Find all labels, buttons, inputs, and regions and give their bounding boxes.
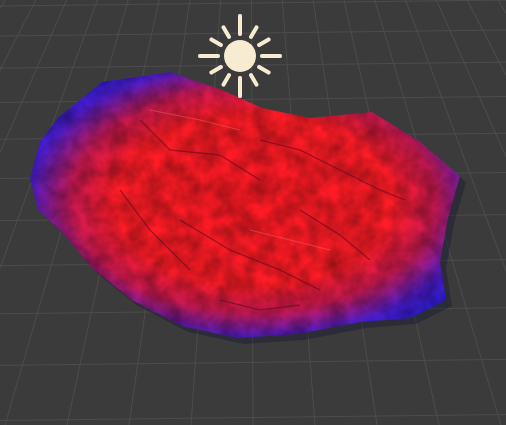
sun-ray [257, 65, 271, 75]
sun-disc [224, 40, 256, 72]
sun-ray [209, 65, 223, 75]
grid-line [0, 95, 506, 103]
rock-mesh[interactable] [30, 72, 466, 344]
sun-ray [257, 37, 271, 47]
sun-ray [221, 73, 231, 87]
scene-viewport[interactable] [0, 0, 506, 425]
sun-ray [209, 37, 223, 47]
sun-icon[interactable] [198, 14, 282, 98]
sun-ray [221, 25, 231, 39]
grid-line [0, 0, 506, 7]
scene-view[interactable] [0, 0, 506, 425]
